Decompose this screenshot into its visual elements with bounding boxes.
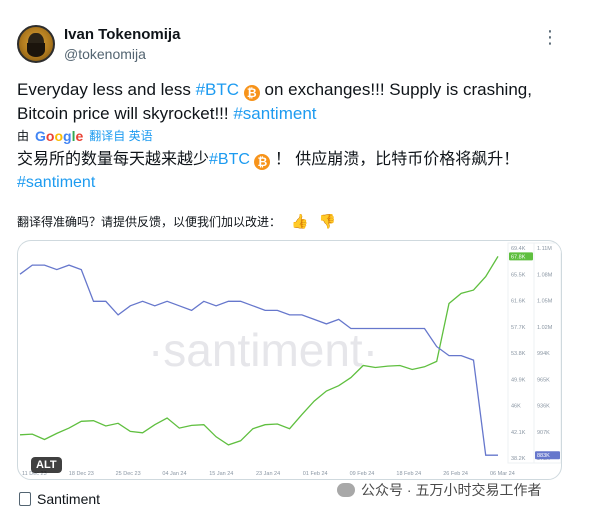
right-axis-tick: 1.05M — [537, 299, 553, 305]
santiment-chart: ·santiment· 69.4K 65.5K 61.6K 57.7K 53.8K 49.9… — [19, 242, 561, 477]
left-axis-tick: 53.8K — [511, 351, 526, 357]
avatar-beard — [27, 43, 45, 57]
left-axis-tick: 46K — [511, 404, 521, 410]
alt-text-badge[interactable]: ALT — [31, 457, 62, 473]
tweet-text-segment: on exchanges!!! Supply is crashing, — [259, 80, 532, 99]
x-axis-tick: 26 Feb 24 — [443, 471, 468, 477]
right-axis-tick: 965K — [537, 377, 550, 383]
right-axis-badge: 883K — [537, 453, 550, 459]
translation-prefix: 由 — [17, 129, 30, 143]
page-watermark: 公众号 · 五万小时交易工作者 — [337, 480, 541, 500]
left-axis-tick: 57.7K — [511, 325, 526, 331]
left-axis-tick: 38.2K — [511, 456, 526, 462]
translated-text: 交易所的数量每天越来越少#BTC ₿ ！ 供应崩溃，比特币价格将飙升！ #san… — [17, 148, 557, 194]
tweet-text-segment: Bitcoin price will skyrocket!!! — [17, 104, 234, 123]
watermark-text: 公众号 · 五万小时交易工作者 — [361, 482, 542, 498]
x-axis-tick: 23 Jan 24 — [256, 471, 280, 477]
hashtag-btc-translated[interactable]: #BTC — [209, 151, 250, 168]
x-axis-tick: 04 Jan 24 — [162, 471, 186, 477]
link-source[interactable]: Santiment — [19, 491, 100, 507]
x-axis-tick: 06 Mar 24 — [490, 471, 515, 477]
chart-watermark: ·santiment· — [148, 324, 378, 376]
tweet-text-segment: Everyday less and less — [17, 80, 196, 99]
author-handle[interactable]: @tokenomija — [64, 46, 146, 62]
right-axis-tick: 936K — [537, 404, 550, 410]
left-axis-tick: 65.5K — [511, 272, 526, 278]
right-axis-tick: 907K — [537, 430, 550, 436]
left-axis-tick: 49.9K — [511, 377, 526, 383]
more-options-icon[interactable]: ⋮ — [541, 27, 560, 48]
right-axis-tick: 1.08M — [537, 272, 553, 278]
hashtag-santiment-translated[interactable]: #santiment — [17, 174, 95, 191]
x-axis-tick: 15 Jan 24 — [209, 471, 233, 477]
thumbs-down-icon[interactable]: 👎 — [318, 213, 335, 230]
feedback-question: 翻译得准确吗？请提供反馈，以便我们加以改进： — [17, 215, 282, 229]
translation-attribution: 由 Google 翻译自 英语 — [17, 127, 153, 144]
translated-from-link[interactable]: 翻译自 英语 — [89, 127, 152, 144]
translated-segment: 交易所的数量每天越来越少 — [17, 151, 210, 168]
right-axis-tick: 1.02M — [537, 325, 553, 331]
x-axis-tick: 18 Dec 23 — [69, 471, 94, 477]
x-axis-tick: 09 Feb 24 — [350, 471, 375, 477]
right-axis-tick: 994K — [537, 351, 550, 357]
document-icon — [19, 492, 31, 506]
x-axis-tick: 01 Feb 24 — [303, 471, 328, 477]
left-axis-tick: 69.4K — [511, 246, 526, 252]
bitcoin-icon: ₿ — [243, 85, 260, 101]
avatar[interactable] — [17, 25, 55, 63]
wechat-icon — [337, 483, 355, 497]
translation-feedback: 翻译得准确吗？请提供反馈，以便我们加以改进： 👍 👎 — [17, 213, 336, 230]
bitcoin-icon: ₿ — [254, 154, 271, 170]
hashtag-btc-link[interactable]: #BTC — [196, 80, 239, 99]
tweet-post: Ivan Tokenomija @tokenomija ⋮ Everyday l… — [0, 0, 600, 513]
chart-image[interactable]: ·santiment· 69.4K 65.5K 61.6K 57.7K 53.8K 49.9… — [17, 240, 562, 480]
source-label: Santiment — [37, 491, 101, 507]
thumbs-up-icon[interactable]: 👍 — [291, 213, 308, 230]
x-axis-tick: 18 Feb 24 — [396, 471, 421, 477]
left-axis-tick: 42.1K — [511, 430, 526, 436]
left-axis-badge: 67.8K — [511, 254, 526, 260]
left-axis-tick: 61.6K — [511, 299, 526, 305]
author-name[interactable]: Ivan Tokenomija — [64, 26, 180, 43]
hashtag-santiment-link[interactable]: #santiment — [233, 104, 316, 123]
translated-segment: ！ 供应崩溃，比特币价格将飙升！ — [270, 151, 520, 168]
google-logo: Google — [35, 127, 84, 144]
right-axis-tick: 1.11M — [537, 246, 552, 252]
tweet-text: Everyday less and less #BTC ₿ on exchang… — [17, 78, 557, 126]
x-axis-tick: 25 Dec 23 — [116, 471, 141, 477]
